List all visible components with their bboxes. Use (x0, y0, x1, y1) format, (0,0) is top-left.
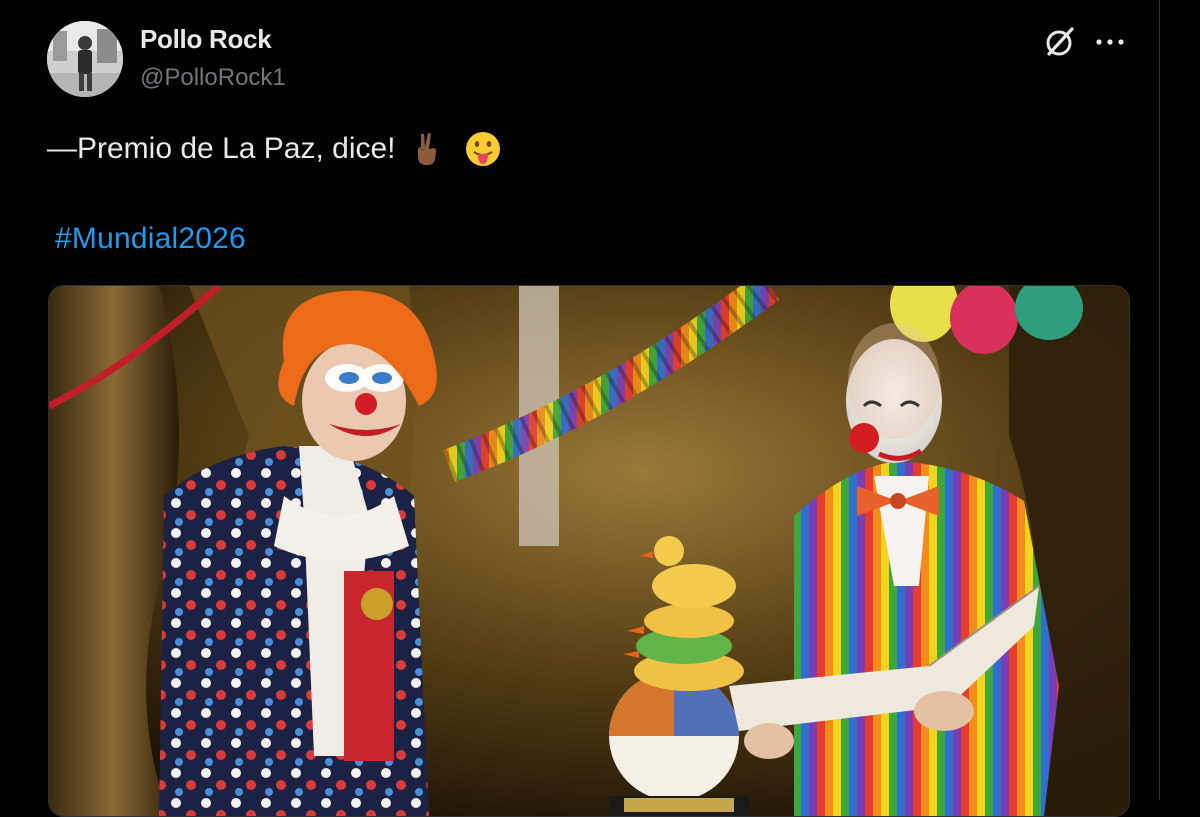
more-icon[interactable] (1090, 22, 1130, 62)
column-divider (1159, 0, 1160, 800)
victory-hand-icon (408, 130, 446, 168)
face-with-tongue-icon (464, 130, 502, 168)
tweet-text-body: —Premio de La Paz, dice! (47, 132, 396, 165)
author-display-name[interactable]: Pollo Rock (140, 24, 272, 55)
hashtag-link[interactable]: #Mundial2026 (55, 222, 246, 256)
author-handle[interactable]: @PolloRock1 (140, 64, 286, 92)
tweet[interactable]: Pollo Rock @PolloRock1 —Premio de La Paz… (0, 0, 1159, 817)
tweet-media-photo[interactable] (48, 285, 1130, 817)
grok-icon[interactable] (1040, 22, 1080, 62)
tweet-text: —Premio de La Paz, dice! (47, 130, 502, 168)
avatar[interactable] (47, 21, 123, 97)
